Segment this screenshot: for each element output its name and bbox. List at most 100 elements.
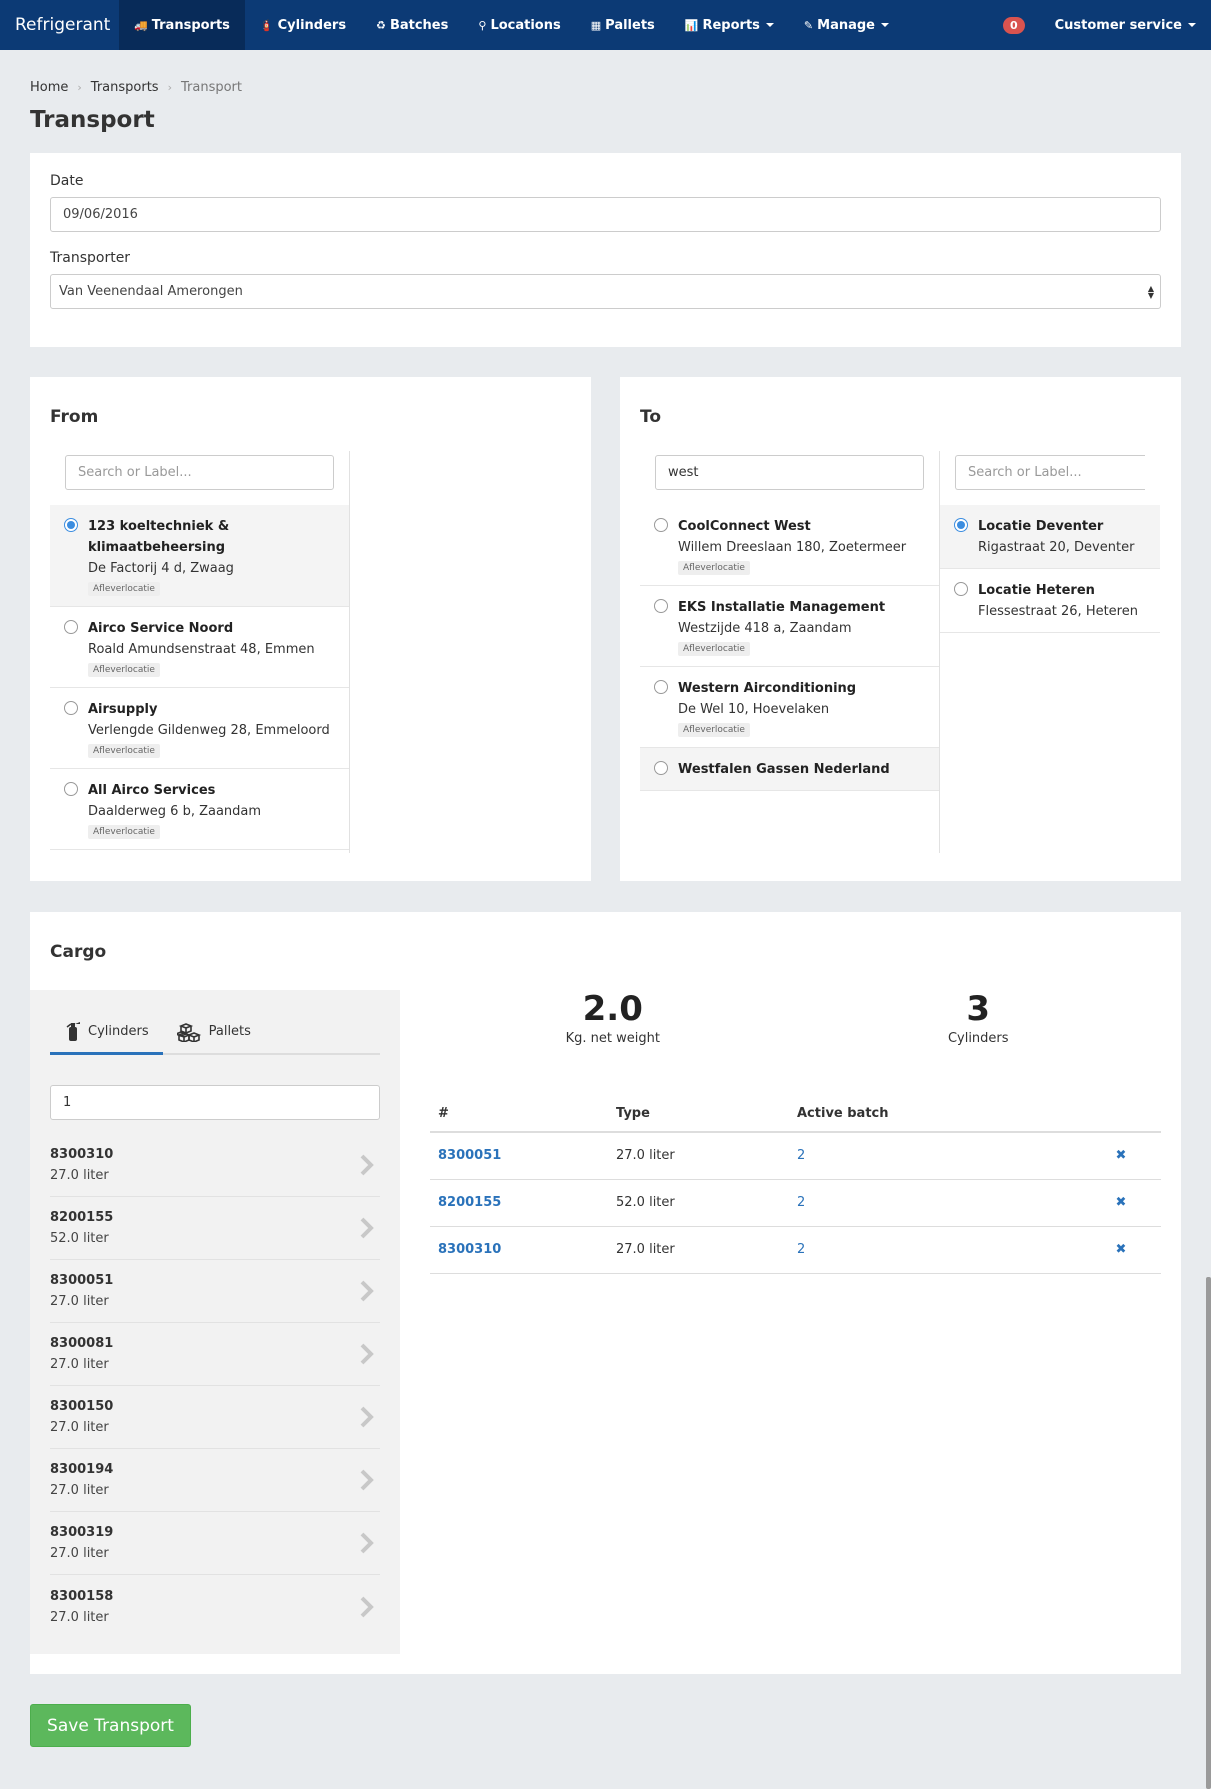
breadcrumb-current: Transport (180, 80, 242, 95)
caret-down-icon (881, 23, 889, 27)
net-weight-label: Kg. net weight (565, 1031, 660, 1046)
navbar: Refrigerant 🚚 Transports 🧯 Cylinders ♻ B… (0, 0, 1211, 50)
nav-item-transports[interactable]: 🚚 Transports (119, 0, 245, 50)
radio-button[interactable] (954, 518, 968, 532)
available-cylinder-item[interactable]: 8300194 27.0 liter (50, 1449, 380, 1512)
breadcrumb: Home › Transports › Transport (30, 80, 1181, 95)
batch-link[interactable]: 2 (789, 1226, 1081, 1274)
available-cylinder-item[interactable]: 8300150 27.0 liter (50, 1386, 380, 1449)
table-row: 8300310 27.0 liter 2 ✖ (430, 1226, 1161, 1274)
to-location-item[interactable]: Westfalen Gassen Nederland (640, 748, 939, 791)
nav-item-cylinders[interactable]: 🧯 Cylinders (245, 0, 361, 50)
cylinder-link[interactable]: 8200155 (430, 1179, 608, 1227)
to-sublocation-item[interactable]: Locatie Heteren Flessestraat 26, Heteren (940, 569, 1160, 633)
location-address: Flessestraat 26, Heteren (978, 604, 1138, 619)
page-title: Transport (30, 107, 155, 133)
cylinder-info: 8300194 27.0 liter (50, 1459, 113, 1501)
radio-button[interactable] (654, 761, 668, 775)
chevron-right-icon[interactable] (359, 1468, 375, 1492)
nav-item-batches[interactable]: ♻ Batches (361, 0, 463, 50)
search-wrap: Search or Label... (50, 451, 349, 505)
location-address: Verlengde Gildenweg 28, Emmeloord (88, 723, 330, 738)
chevron-right-icon[interactable] (359, 1531, 375, 1555)
available-cylinder-item[interactable]: 8300158 27.0 liter (50, 1575, 380, 1638)
cargo-tabs: Cylinders Pallets (50, 1010, 380, 1055)
nav-item-reports[interactable]: 📊 Reports (670, 0, 789, 50)
notification-badge[interactable]: 0 (1002, 16, 1025, 34)
nav-item-locations[interactable]: ⚲ Locations (463, 0, 575, 50)
radio-button[interactable] (64, 701, 78, 715)
cylinder-filter-input[interactable]: 1 (50, 1085, 380, 1120)
cylinder-link[interactable]: 8300310 (430, 1226, 608, 1274)
chevron-right-icon: › (167, 81, 172, 94)
location-address: Daalderweg 6 b, Zaandam (88, 804, 262, 819)
table-row: 8200155 52.0 liter 2 ✖ (430, 1179, 1161, 1227)
remove-icon[interactable]: ✖ (1081, 1226, 1161, 1274)
chevron-right-icon[interactable] (359, 1405, 375, 1429)
to-sublocation-item[interactable]: Locatie Deventer Rigastraat 20, Deventer (940, 505, 1160, 569)
from-location-item[interactable]: All Airco Services Daalderweg 6 b, Zaand… (50, 769, 349, 850)
nav-item-manage[interactable]: ✎ Manage (789, 0, 904, 50)
cargo-table: # Type Active batch 8300051 27.0 liter 2… (430, 1100, 1161, 1274)
available-cylinders-list: 8300310 27.0 liter 8200155 52.0 liter 83… (50, 1134, 380, 1638)
date-label: Date (50, 173, 84, 189)
from-location-item[interactable]: Airsupply Verlengde Gildenweg 28, Emmelo… (50, 688, 349, 769)
cylinder-link[interactable]: 8300051 (430, 1132, 608, 1180)
radio-button[interactable] (654, 680, 668, 694)
location-address: Westzijde 418 a, Zaandam (678, 621, 852, 636)
available-cylinder-item[interactable]: 8300081 27.0 liter (50, 1323, 380, 1386)
available-cylinder-item[interactable]: 8300051 27.0 liter (50, 1260, 380, 1323)
breadcrumb-transports[interactable]: Transports (91, 80, 159, 95)
location-name: CoolConnect West (678, 519, 811, 534)
page-scrollbar[interactable] (1206, 1277, 1211, 1789)
breadcrumb-home[interactable]: Home (30, 80, 68, 95)
location-tag: Afleverlocatie (88, 744, 160, 758)
truck-icon: 🚚 (134, 18, 148, 32)
nav-item-pallets[interactable]: ▦ Pallets (576, 0, 670, 50)
to-search-input[interactable]: west (655, 455, 924, 490)
batch-link[interactable]: 2 (789, 1132, 1081, 1180)
date-input[interactable]: 09/06/2016 (50, 197, 1161, 232)
chevron-right-icon[interactable] (359, 1216, 375, 1240)
col-batch: Active batch (789, 1100, 1081, 1133)
radio-button[interactable] (64, 518, 78, 532)
from-location-item[interactable]: 123 koeltechniek & klimaatbeheersing De … (50, 505, 349, 607)
radio-button[interactable] (64, 620, 78, 634)
cylinder-number: 8300150 (50, 1399, 114, 1414)
location-address: De Factorij 4 d, Zwaag (88, 561, 234, 576)
radio-button[interactable] (654, 518, 668, 532)
sublocation-search-input[interactable]: Search or Label... (955, 455, 1145, 490)
brand-logo[interactable]: Refrigerant (0, 0, 119, 50)
remove-icon[interactable]: ✖ (1081, 1179, 1161, 1227)
transporter-select[interactable]: Van Veenendaal Amerongen ▲ ▼ (50, 274, 1161, 309)
batch-link[interactable]: 2 (789, 1179, 1081, 1227)
remove-icon[interactable]: ✖ (1081, 1132, 1161, 1180)
page-content: Home › Transports › Transport Transport … (0, 80, 1211, 1747)
location-name: Locatie Heteren (978, 583, 1095, 598)
save-transport-button[interactable]: Save Transport (30, 1704, 191, 1747)
chevron-right-icon[interactable] (359, 1279, 375, 1303)
available-cylinder-item[interactable]: 8200155 52.0 liter (50, 1197, 380, 1260)
location-tag: Afleverlocatie (678, 723, 750, 737)
radio-button[interactable] (64, 782, 78, 796)
to-location-item[interactable]: EKS Installatie Management Westzijde 418… (640, 586, 939, 667)
from-search-input[interactable]: Search or Label... (65, 455, 334, 490)
user-menu[interactable]: Customer service (1055, 18, 1196, 33)
to-location-item[interactable]: CoolConnect West Willem Dreeslaan 180, Z… (640, 505, 939, 586)
chevron-right-icon[interactable] (359, 1342, 375, 1366)
available-cylinder-item[interactable]: 8300319 27.0 liter (50, 1512, 380, 1575)
map-marker-icon: ⚲ (478, 18, 487, 32)
chevron-right-icon[interactable] (359, 1595, 375, 1619)
available-cylinder-item[interactable]: 8300310 27.0 liter (50, 1134, 380, 1197)
chevron-right-icon[interactable] (359, 1153, 375, 1177)
to-location-item[interactable]: Western Airconditioning De Wel 10, Hoeve… (640, 667, 939, 748)
user-name: Customer service (1054, 17, 1182, 33)
cylinder-info: 8300051 27.0 liter (50, 1270, 113, 1312)
radio-button[interactable] (654, 599, 668, 613)
from-location-item[interactable]: Airco Service Noord Roald Amundsenstraat… (50, 607, 349, 688)
radio-button[interactable] (954, 582, 968, 596)
location-tag: Afleverlocatie (88, 825, 160, 839)
tab-cylinders[interactable]: Cylinders (50, 1010, 163, 1055)
fire-extinguisher-icon: 🧯 (259, 18, 274, 32)
tab-pallets[interactable]: Pallets (163, 1010, 265, 1053)
